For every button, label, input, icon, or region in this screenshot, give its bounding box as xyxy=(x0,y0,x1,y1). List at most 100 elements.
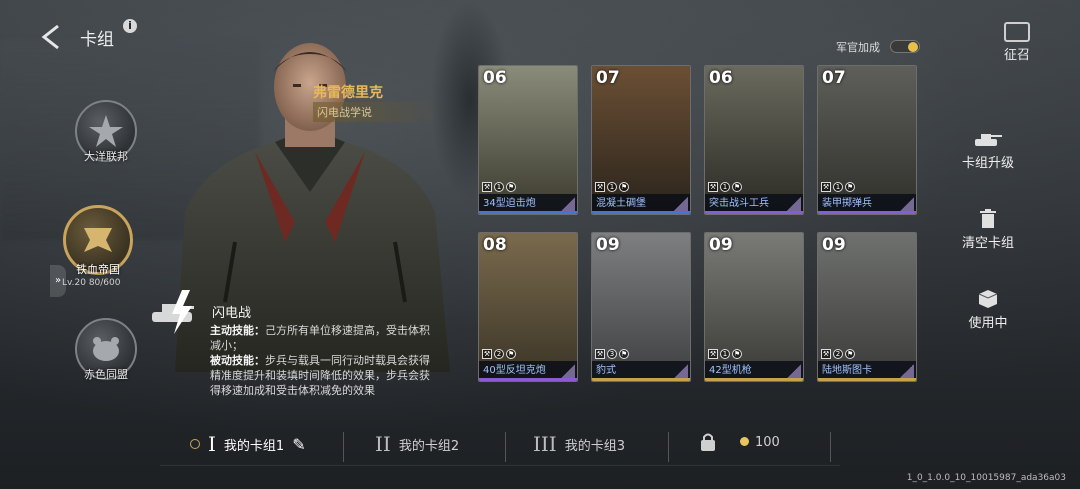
lock-icon xyxy=(701,433,715,451)
unit-type-icon: ⚒ xyxy=(708,182,718,192)
unlock-cost: 100 xyxy=(740,435,780,450)
card-cost: 07 xyxy=(822,68,846,88)
in-use-label: 使用中 xyxy=(968,316,1008,331)
card-stats: ⚒ 1 ⚑ xyxy=(821,182,855,192)
unit-type-icon: ⚒ xyxy=(482,349,492,359)
unit-type-icon: ⚒ xyxy=(708,349,718,359)
deck-card[interactable]: 09 ⚒ 1 ⚑ 42型机枪 xyxy=(704,232,804,382)
rarity-bar xyxy=(479,378,577,381)
faction-oceanic-federation[interactable]: 大洋联邦 xyxy=(74,100,138,164)
officer-bonus-toggle[interactable] xyxy=(890,40,920,53)
card-stats: ⚒ 1 ⚑ xyxy=(708,182,742,192)
rarity-corner xyxy=(900,364,914,378)
deck-card[interactable]: 08 ⚒ 2 ⚑ 40型反坦克炮 xyxy=(478,232,578,382)
card-stat-value: 2 xyxy=(833,349,843,359)
tab-deck-1[interactable]: I 我的卡组1 ✎ xyxy=(190,432,306,456)
back-button[interactable] xyxy=(38,22,68,52)
card-cost: 09 xyxy=(596,235,620,255)
rarity-corner xyxy=(561,364,575,378)
target-icon xyxy=(190,439,200,449)
card-stats: ⚒ 1 ⚑ xyxy=(595,182,629,192)
rarity-corner xyxy=(900,197,914,211)
card-stats: ⚒ 1 ⚑ xyxy=(482,182,516,192)
tab-divider xyxy=(343,432,344,462)
upgrade-deck-button[interactable]: 卡组升级 xyxy=(950,128,1026,171)
blitz-tank-icon xyxy=(148,290,208,334)
clear-deck-label: 清空卡组 xyxy=(961,236,1014,251)
unit-type-icon: ⚒ xyxy=(482,182,492,192)
tab-label: 我的卡组2 xyxy=(398,438,460,454)
deck-card[interactable]: 06 ⚒ 1 ⚑ 34型迫击炮 xyxy=(478,65,578,215)
active-skill: 主动技能：己方所有单位移速提高，受击体积减小； xyxy=(210,323,440,353)
summon-label: 征召 xyxy=(1003,48,1030,63)
info-icon[interactable]: i xyxy=(123,19,137,33)
rarity-bar xyxy=(818,378,916,381)
locked-deck-slot[interactable]: 100 xyxy=(700,432,780,452)
passive-skill: 被动技能：步兵与载具一同行动时载具会获得精准度提升和装填时间降低的效果，步兵会获… xyxy=(210,353,440,398)
officer-bonus-label: 军官加成 xyxy=(836,41,880,54)
card-cost: 09 xyxy=(709,235,733,255)
gold-coin-icon xyxy=(740,436,749,446)
card-stat-value: 1 xyxy=(494,182,504,192)
deck-card[interactable]: 07 ⚒ 1 ⚑ 装甲掷弹兵 xyxy=(817,65,917,215)
upgrade-deck-label: 卡组升级 xyxy=(961,156,1014,171)
flag-icon: ⚑ xyxy=(732,349,742,359)
card-stats: ⚒ 3 ⚑ xyxy=(595,349,629,359)
tab-label: 我的卡组1 xyxy=(223,438,285,454)
card-cost: 06 xyxy=(709,68,733,88)
skill-description: 主动技能：己方所有单位移速提高，受击体积减小； 被动技能：步兵与载具一同行动时载… xyxy=(210,323,440,398)
deck-card[interactable]: 07 ⚒ 1 ⚑ 混凝土碉堡 xyxy=(591,65,691,215)
card-cost: 08 xyxy=(483,235,507,255)
active-skill-label: 主动技能： xyxy=(210,324,265,337)
unit-type-icon: ⚒ xyxy=(595,182,605,192)
rarity-corner xyxy=(561,197,575,211)
faction-label: 赤色同盟 xyxy=(84,368,128,381)
toggle-knob xyxy=(908,42,918,52)
rarity-corner xyxy=(674,197,688,211)
card-cost: 09 xyxy=(822,235,846,255)
faction-label: 铁血帝国 xyxy=(76,263,120,276)
unit-type-icon: ⚒ xyxy=(595,349,605,359)
summon-button[interactable]: 征召 xyxy=(995,22,1039,63)
rarity-corner xyxy=(787,197,801,211)
deck-card[interactable]: 09 ⚒ 3 ⚑ 豹式 xyxy=(591,232,691,382)
tab-deck-3[interactable]: III 我的卡组3 xyxy=(533,432,625,456)
tabs-baseline xyxy=(160,465,840,466)
tab-numeral: III xyxy=(533,432,557,456)
tab-numeral: II xyxy=(375,432,391,456)
card-stat-value: 1 xyxy=(720,182,730,192)
in-use-button[interactable]: 使用中 xyxy=(950,288,1026,331)
level-progress: Lv.20 80/600 xyxy=(62,278,121,288)
card-stats: ⚒ 2 ⚑ xyxy=(821,349,855,359)
card-stat-value: 1 xyxy=(720,349,730,359)
commander-name: 弗雷德里克 xyxy=(313,85,383,101)
flag-icon: ⚑ xyxy=(845,182,855,192)
back-arrow-icon xyxy=(41,24,59,50)
card-stat-value: 1 xyxy=(607,182,617,192)
flag-icon: ⚑ xyxy=(619,349,629,359)
passive-skill-label: 被动技能： xyxy=(210,354,265,367)
flag-icon: ⚑ xyxy=(506,349,516,359)
tab-deck-2[interactable]: II 我的卡组2 xyxy=(375,432,459,456)
faction-iron-empire[interactable]: 铁血帝国 xyxy=(62,205,134,277)
card-cost: 07 xyxy=(596,68,620,88)
tank-icon xyxy=(950,128,1026,150)
card-stat-value: 2 xyxy=(494,349,504,359)
cards-icon xyxy=(1004,22,1030,42)
card-cost: 06 xyxy=(483,68,507,88)
card-stats: ⚒ 1 ⚑ xyxy=(708,349,742,359)
rarity-bar xyxy=(705,378,803,381)
deck-card[interactable]: 09 ⚒ 2 ⚑ 陆地斯图卡 xyxy=(817,232,917,382)
deck-card[interactable]: 06 ⚒ 1 ⚑ 突击战斗工兵 xyxy=(704,65,804,215)
card-stats: ⚒ 2 ⚑ xyxy=(482,349,516,359)
faction-label: 大洋联邦 xyxy=(84,150,128,163)
skill-name: 闪电战 xyxy=(212,306,252,321)
version-string: 1_0_1.0.0_10_10015987_ada36a03 xyxy=(906,473,1066,483)
edit-pen-icon[interactable]: ✎ xyxy=(292,435,305,454)
faction-red-alliance[interactable]: 赤色同盟 xyxy=(74,318,138,382)
tab-label: 我的卡组3 xyxy=(564,438,625,454)
commander-doctrine: 闪电战学说 xyxy=(313,102,443,122)
rarity-bar xyxy=(592,211,690,214)
clear-deck-button[interactable]: 清空卡组 xyxy=(950,208,1026,251)
flag-icon: ⚑ xyxy=(506,182,516,192)
